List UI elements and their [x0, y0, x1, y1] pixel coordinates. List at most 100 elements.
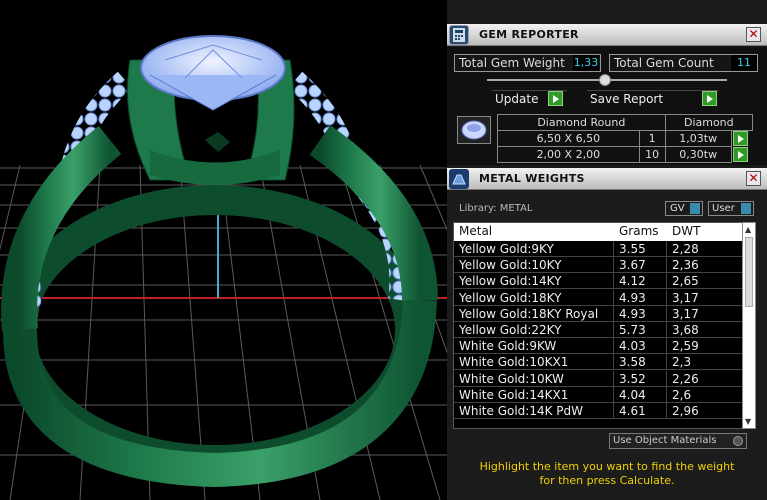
gem-reporter-titlebar: GEM REPORTER ✕ [447, 24, 767, 46]
diamond-icon [457, 116, 491, 144]
total-gem-weight-value: 1,33 [573, 55, 599, 71]
toggle-indicator-icon [741, 203, 751, 214]
metal-weights-title: METAL WEIGHTS [479, 172, 585, 185]
report-slider-thumb[interactable] [599, 74, 611, 86]
metal-row[interactable]: White Gold:9KW 4.03 2,59 [454, 338, 743, 355]
metal-name: Yellow Gold:9KY [459, 242, 554, 256]
gem-reporter-title: GEM REPORTER [479, 28, 579, 41]
column-divider [613, 257, 614, 274]
toggle-indicator-icon [690, 203, 700, 214]
column-divider [613, 305, 614, 322]
gem-row-go[interactable] [731, 146, 752, 163]
user-toggle[interactable]: User [708, 201, 754, 216]
column-divider [666, 257, 667, 274]
metal-name: White Gold:14KX1 [459, 387, 569, 402]
save-report-label: Save Report [590, 92, 664, 106]
total-gem-weight-label: Total Gem Weight [459, 56, 565, 70]
hint-line-1: Highlight the item you want to find the … [479, 460, 735, 473]
metal-dwt: 2,3 [672, 355, 692, 370]
metal-row[interactable]: Yellow Gold:14KY 4.12 2,65 [454, 273, 743, 290]
metal-dwt: 3,68 [672, 323, 699, 337]
metal-dwt: 2,6 [672, 387, 692, 402]
gem-row[interactable]: 6,50 X 6,50 1 1,03tw [497, 130, 753, 147]
column-divider [613, 403, 614, 419]
metal-grams: 3.55 [619, 242, 646, 256]
metal-row[interactable]: Yellow Gold:10KY 3.67 2,36 [454, 257, 743, 274]
column-divider [666, 338, 667, 355]
gem-row-go[interactable] [731, 131, 752, 147]
column-grams[interactable]: Grams [619, 224, 659, 238]
metal-name: Yellow Gold:10KY [459, 258, 562, 273]
metal-list[interactable]: Metal Grams DWT Yellow Gold:9KY 3.55 2,28 Y… [453, 222, 744, 429]
play-icon[interactable] [548, 91, 563, 106]
column-divider [666, 322, 667, 338]
total-gem-count-value: 11 [731, 55, 757, 71]
metal-grams: 3.67 [619, 258, 646, 273]
column-divider [613, 273, 614, 290]
column-divider [666, 241, 667, 257]
use-object-materials-toggle[interactable]: Use Object Materials [609, 433, 747, 449]
play-icon[interactable] [732, 131, 748, 146]
metal-grams: 3.58 [619, 355, 646, 370]
column-metal[interactable]: Metal [459, 224, 492, 238]
total-gem-count-label: Total Gem Count [614, 56, 714, 70]
scroll-thumb[interactable] [745, 237, 753, 307]
use-object-materials-label: Use Object Materials [613, 435, 717, 446]
3d-viewport[interactable] [0, 0, 447, 500]
gem-weight: 0,30tw [664, 146, 732, 163]
column-divider [666, 386, 667, 403]
metal-name: White Gold:9KW [459, 339, 557, 354]
column-divider [613, 241, 614, 257]
metal-weights-titlebar: METAL WEIGHTS ✕ [447, 168, 767, 190]
play-icon[interactable] [732, 146, 748, 162]
gem-table: Diamond Round Diamond 6,50 X 6,50 1 1,03… [497, 114, 754, 163]
column-divider [613, 289, 614, 306]
metal-name: White Gold:10KW [459, 371, 564, 386]
calculator-icon [449, 25, 469, 45]
metal-row[interactable]: Yellow Gold:18KY Royal 4.93 3,17 [454, 305, 743, 322]
calculate-hint: Highlight the item you want to find the … [447, 460, 767, 488]
play-icon[interactable] [702, 91, 717, 106]
metal-dwt: 3,17 [672, 290, 699, 305]
radio-icon [733, 436, 743, 446]
close-icon[interactable]: ✕ [746, 171, 761, 186]
gv-toggle[interactable]: GV [665, 201, 703, 216]
metal-list-scrollbar[interactable]: ▲ ▼ [742, 222, 756, 429]
gem-row[interactable]: 2,00 X 2,00 10 0,30tw [497, 146, 753, 163]
update-button[interactable]: Update [492, 90, 567, 108]
metal-row[interactable]: Yellow Gold:18KY 4.93 3,17 [454, 289, 743, 306]
gv-label: GV [670, 203, 685, 214]
metal-dwt: 2,28 [672, 242, 699, 256]
column-divider [666, 273, 667, 290]
scroll-up-icon[interactable]: ▲ [745, 225, 751, 234]
scroll-down-icon[interactable]: ▼ [745, 417, 751, 426]
metal-row[interactable]: White Gold:14KX1 4.04 2,6 [454, 386, 743, 403]
metal-grams: 4.12 [619, 274, 646, 289]
metal-row[interactable]: Yellow Gold:9KY 3.55 2,28 [454, 241, 743, 257]
hint-line-2: for then press Calculate. [539, 474, 675, 487]
metal-grams: 4.03 [619, 339, 646, 354]
column-divider [613, 322, 614, 338]
metal-list-header: Metal Grams DWT [454, 223, 743, 241]
metal-row[interactable]: Yellow Gold:22KY 5.73 3,68 [454, 322, 743, 338]
save-report-button[interactable]: Save Report [587, 90, 719, 108]
metal-grams: 3.52 [619, 371, 646, 386]
gem-table-header: Diamond Round Diamond [497, 114, 754, 131]
column-dwt[interactable]: DWT [672, 224, 700, 238]
column-divider [613, 386, 614, 403]
metal-dwt: 2,26 [672, 371, 699, 386]
reports-panel: GEM REPORTER ✕ Total Gem Weight 1,33 Tot… [447, 0, 767, 500]
close-icon[interactable]: ✕ [746, 27, 761, 42]
metal-row[interactable]: White Gold:14K PdW 4.61 2,96 [454, 403, 743, 419]
metal-dwt: 2,36 [672, 258, 699, 273]
user-label: User [712, 203, 735, 214]
metal-name: White Gold:14K PdW [459, 404, 584, 418]
metal-grams: 4.04 [619, 387, 646, 402]
metal-grams: 4.93 [619, 290, 646, 305]
metal-row[interactable]: White Gold:10KX1 3.58 2,3 [454, 354, 743, 371]
metal-name: Yellow Gold:14KY [459, 274, 562, 289]
metal-name: Yellow Gold:18KY Royal [459, 306, 599, 321]
total-gem-count-field: Total Gem Count 11 [609, 54, 758, 72]
column-divider [666, 370, 667, 387]
metal-row[interactable]: White Gold:10KW 3.52 2,26 [454, 370, 743, 387]
